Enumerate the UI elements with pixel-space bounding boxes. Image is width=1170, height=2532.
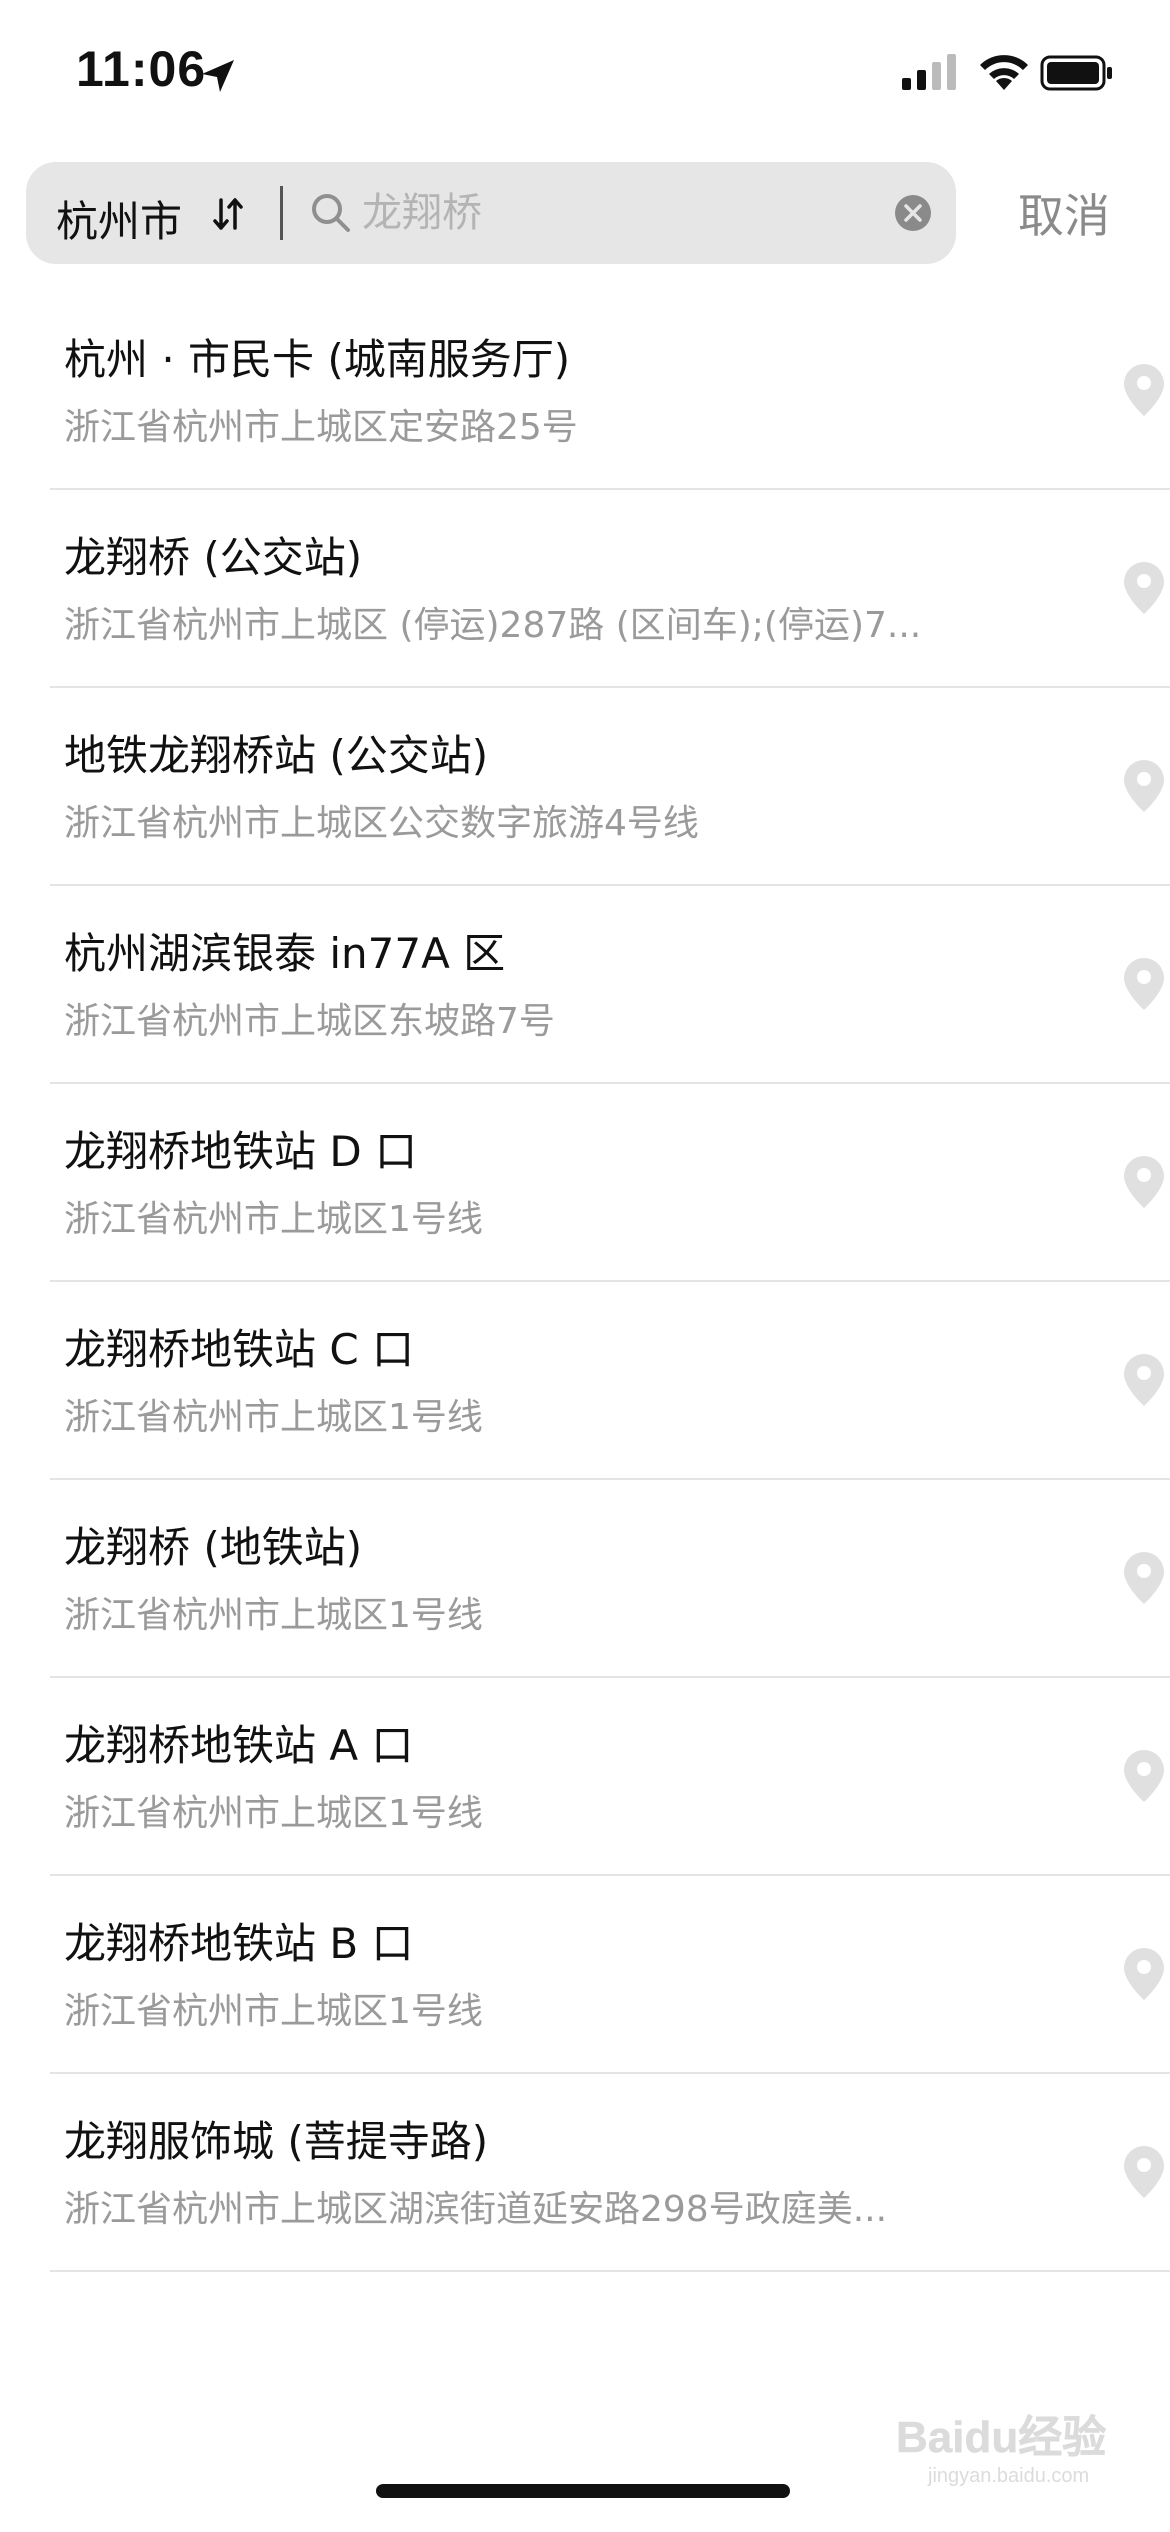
result-address: 浙江省杭州市上城区公交数字旅游4号线: [64, 803, 699, 844]
status-bar: 11:06: [0, 0, 1170, 150]
watermark-text: Baidu经验: [896, 2413, 1106, 2462]
row-divider: [50, 2270, 1170, 2272]
result-address: 浙江省杭州市上城区1号线: [64, 1397, 483, 1438]
location-pin-icon: [1124, 1948, 1164, 2000]
result-item[interactable]: 龙翔桥地铁站 A 口 浙江省杭州市上城区1号线: [0, 1676, 1170, 1876]
baidu-jingyan-watermark: Baidu经验 jingyan.baidu.com: [896, 2413, 1107, 2487]
location-pin-icon: [1124, 958, 1164, 1010]
result-address: 浙江省杭州市上城区东坡路7号: [64, 1001, 555, 1042]
result-title: 龙翔桥 (地铁站): [64, 1523, 363, 1572]
location-pin-icon: [1124, 760, 1164, 812]
search-icon: [312, 194, 350, 232]
location-pin-icon: [1124, 1156, 1164, 1208]
location-pin-icon: [1124, 2146, 1164, 2198]
result-title: 杭州 · 市民卡 (城南服务厅): [64, 335, 571, 384]
location-pin-icon: [1124, 562, 1164, 614]
results-list: 杭州 · 市民卡 (城南服务厅) 浙江省杭州市上城区定安路25号 龙翔桥 (公交…: [0, 290, 1170, 2272]
result-item[interactable]: 龙翔桥地铁站 B 口 浙江省杭州市上城区1号线: [0, 1874, 1170, 2074]
home-indicator[interactable]: [376, 2484, 790, 2498]
clear-search-icon[interactable]: [894, 194, 932, 232]
result-title: 龙翔桥 (公交站): [64, 533, 363, 582]
result-address: 浙江省杭州市上城区定安路25号: [64, 407, 578, 448]
screen: 11:06 杭州市 龙翔桥 取消 杭州 · 市民卡 (城南服务厅) 浙江省杭州市…: [0, 0, 1170, 2532]
search-divider: [280, 186, 283, 240]
search-bar: 杭州市: [26, 162, 956, 264]
status-time: 11:06: [76, 41, 207, 97]
result-address: 浙江省杭州市上城区湖滨街道延安路298号政庭美...: [64, 2189, 888, 2230]
location-arrow-icon: [202, 60, 234, 92]
search-input[interactable]: [362, 180, 862, 246]
result-item[interactable]: 龙翔桥地铁站 D 口 浙江省杭州市上城区1号线: [0, 1082, 1170, 1282]
result-title: 龙翔桥地铁站 A 口: [64, 1721, 414, 1770]
cellular-signal-icon: [902, 54, 956, 90]
result-item[interactable]: 杭州湖滨银泰 in77A 区 浙江省杭州市上城区东坡路7号: [0, 884, 1170, 1084]
result-title: 龙翔桥地铁站 B 口: [64, 1919, 414, 1968]
result-item[interactable]: 杭州 · 市民卡 (城南服务厅) 浙江省杭州市上城区定安路25号: [0, 290, 1170, 490]
result-item[interactable]: 地铁龙翔桥站 (公交站) 浙江省杭州市上城区公交数字旅游4号线: [0, 686, 1170, 886]
result-item[interactable]: 龙翔桥 (公交站) 浙江省杭州市上城区 (停运)287路 (区间车);(停运)7…: [0, 488, 1170, 688]
battery-icon: [1040, 55, 1112, 91]
result-address: 浙江省杭州市上城区1号线: [64, 1199, 483, 1240]
swap-arrows-icon: [213, 198, 243, 230]
result-title: 龙翔服饰城 (菩提寺路): [64, 2117, 489, 2166]
city-label: 杭州市: [56, 197, 183, 246]
result-address: 浙江省杭州市上城区1号线: [64, 1793, 483, 1834]
result-item[interactable]: 龙翔服饰城 (菩提寺路) 浙江省杭州市上城区湖滨街道延安路298号政庭美...: [0, 2072, 1170, 2272]
result-item[interactable]: 龙翔桥地铁站 C 口 浙江省杭州市上城区1号线: [0, 1280, 1170, 1480]
location-pin-icon: [1124, 364, 1164, 416]
result-title: 杭州湖滨银泰 in77A 区: [64, 929, 506, 978]
result-title: 地铁龙翔桥站 (公交站): [64, 731, 489, 780]
wifi-icon: [980, 55, 1028, 90]
city-selector[interactable]: 杭州市: [26, 162, 276, 264]
result-address: 浙江省杭州市上城区 (停运)287路 (区间车);(停运)7...: [64, 605, 922, 646]
location-pin-icon: [1124, 1552, 1164, 1604]
result-address: 浙江省杭州市上城区1号线: [64, 1595, 483, 1636]
result-item[interactable]: 龙翔桥 (地铁站) 浙江省杭州市上城区1号线: [0, 1478, 1170, 1678]
result-title: 龙翔桥地铁站 C 口: [64, 1325, 415, 1374]
result-title: 龙翔桥地铁站 D 口: [64, 1127, 418, 1176]
watermark-subtext: jingyan.baidu.com: [927, 2465, 1089, 2487]
result-address: 浙江省杭州市上城区1号线: [64, 1991, 483, 2032]
location-pin-icon: [1124, 1354, 1164, 1406]
location-pin-icon: [1124, 1750, 1164, 1802]
cancel-button[interactable]: 取消: [1004, 180, 1124, 246]
